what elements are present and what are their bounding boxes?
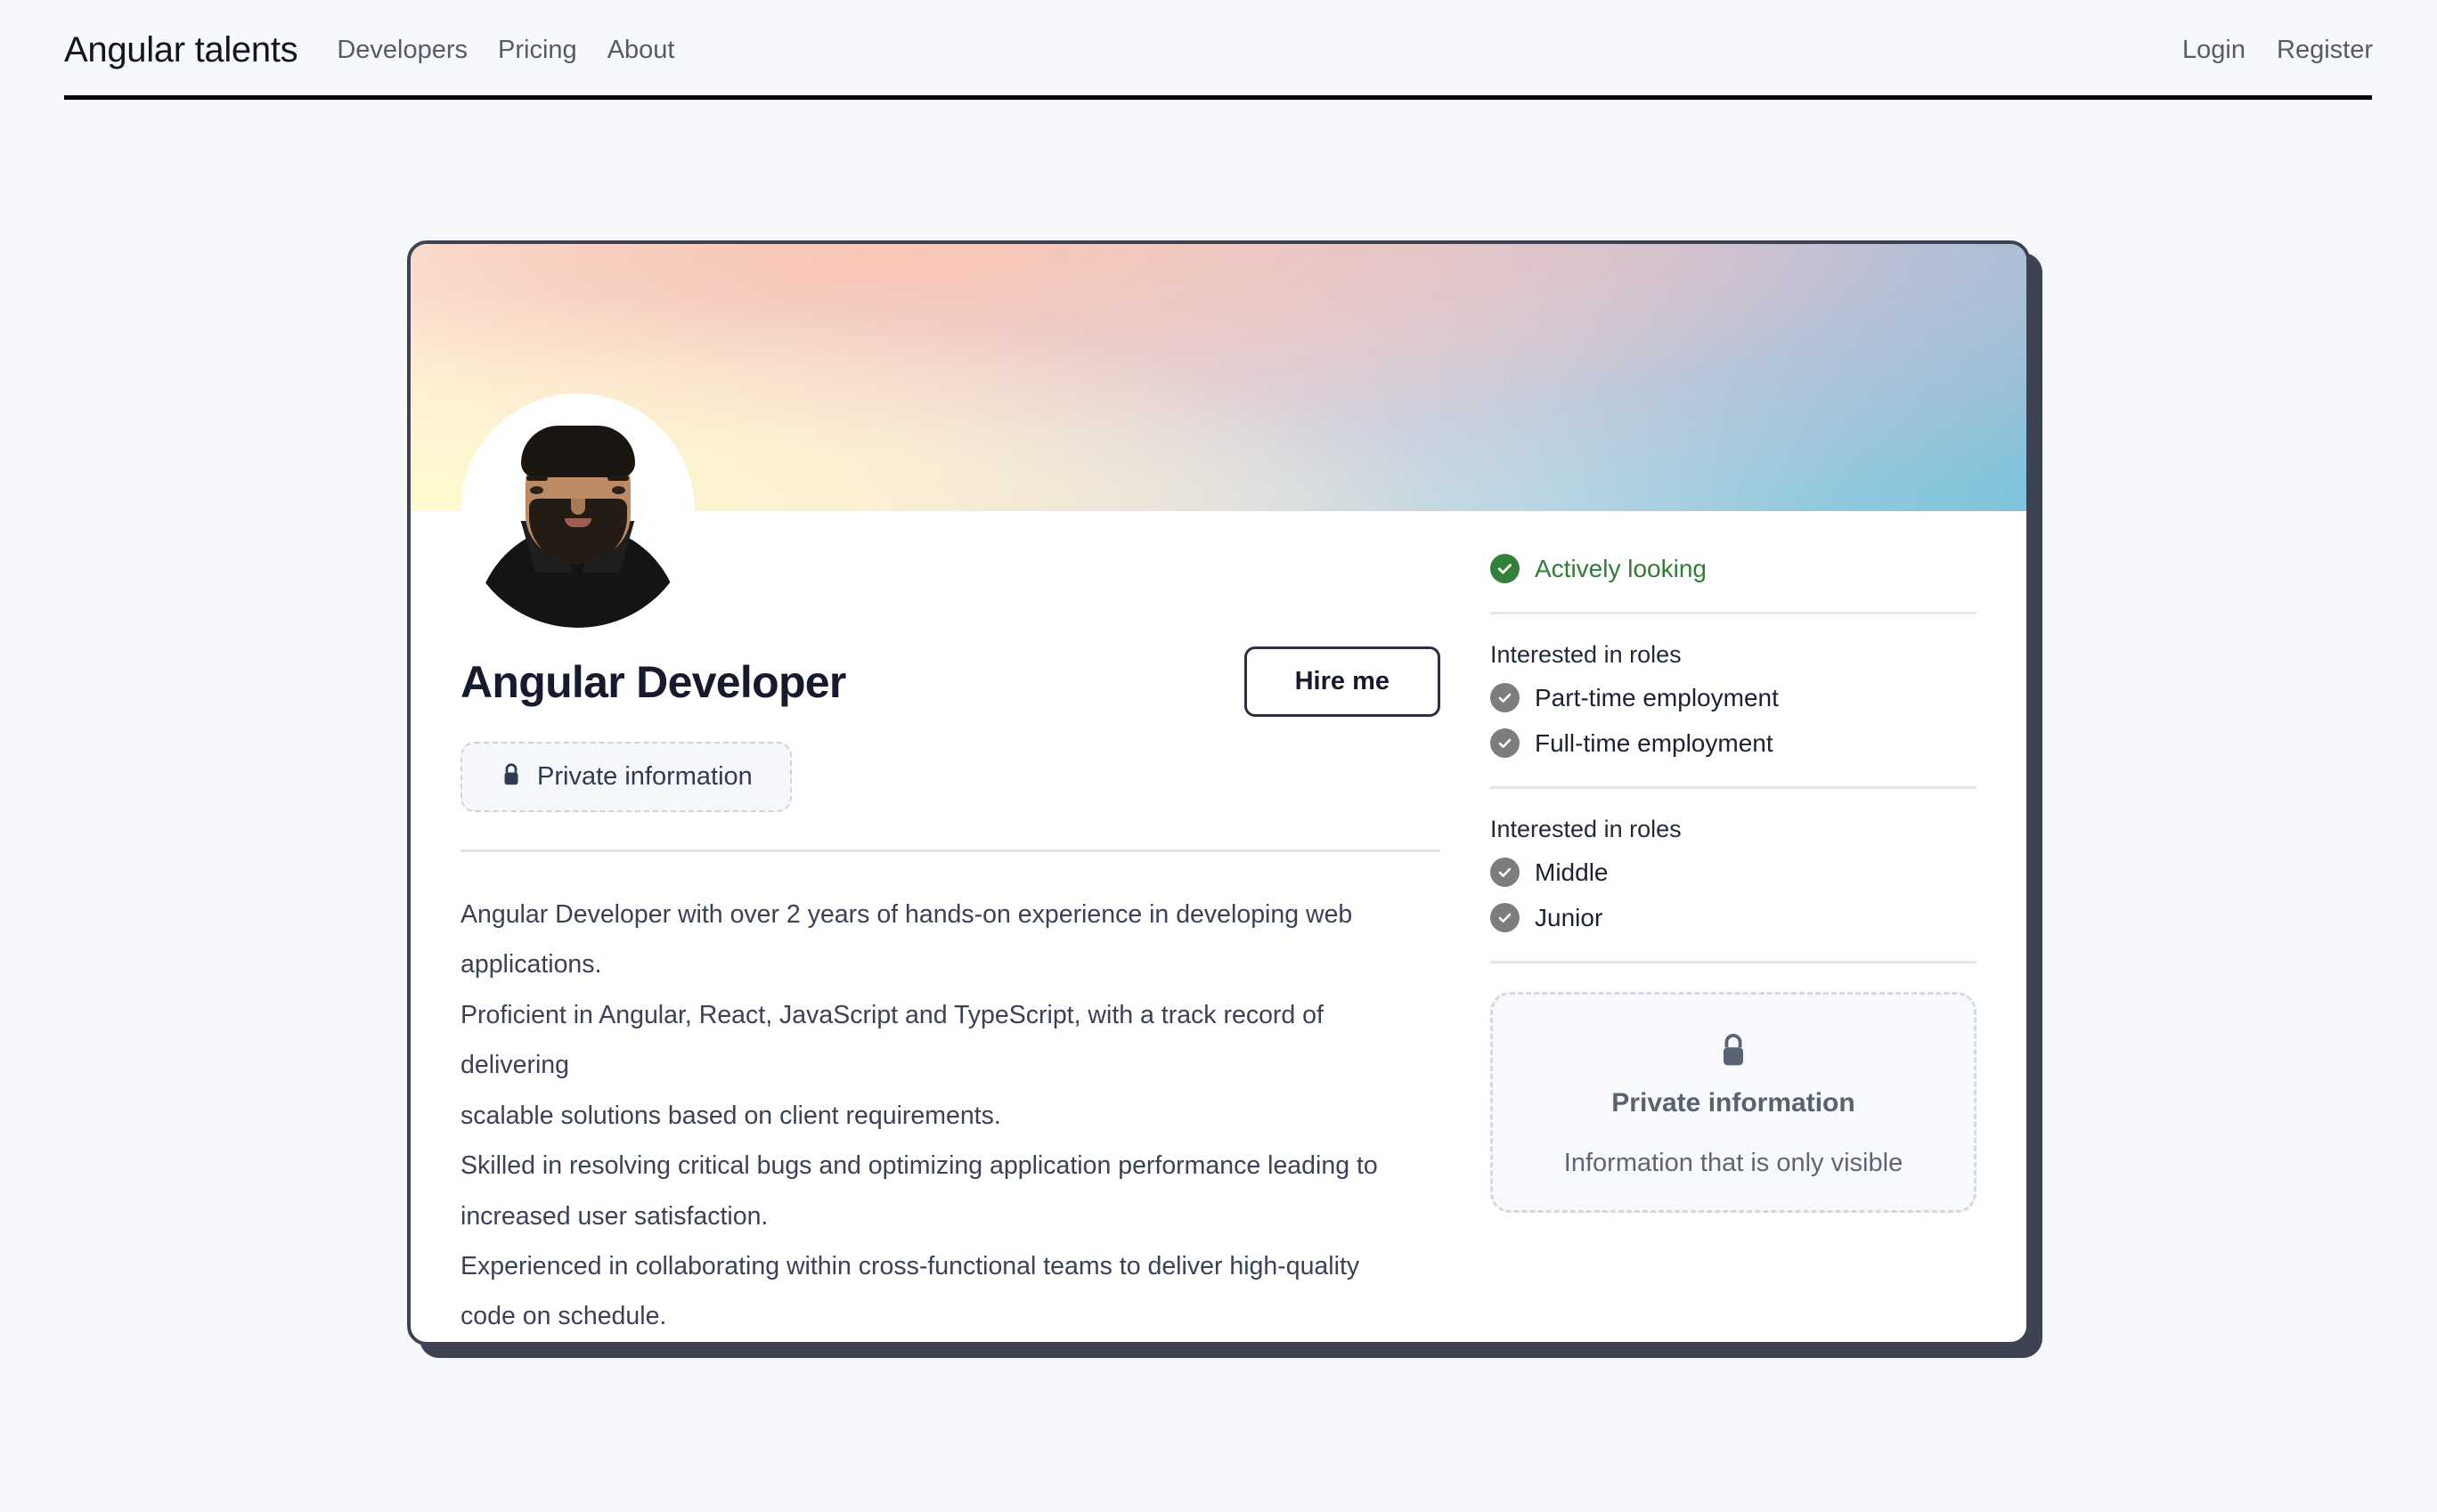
lock-icon xyxy=(500,761,523,793)
header-divider xyxy=(64,95,2372,100)
nav-item-about[interactable]: About xyxy=(607,36,675,65)
list-item: Part-time employment xyxy=(1490,683,1976,712)
private-information-badge-label: Private information xyxy=(537,762,753,791)
profile-sidebar: Actively looking Interested in roles Par… xyxy=(1490,511,2026,1342)
sidebar-divider-3 xyxy=(1490,961,1976,963)
seniority-role-list: Middle Junior xyxy=(1490,858,1976,932)
list-item-label: Part-time employment xyxy=(1535,683,1779,711)
page-content: Angular Developer Hire me Private inform… xyxy=(0,100,2437,1345)
main-navigation: Developers Pricing About xyxy=(337,36,674,65)
private-information-card-title: Private information xyxy=(1611,1088,1855,1118)
login-link[interactable]: Login xyxy=(2182,36,2245,65)
check-circle-icon xyxy=(1490,903,1520,932)
sidebar-divider-2 xyxy=(1490,786,1976,789)
list-item: Middle xyxy=(1490,858,1976,887)
private-information-badge[interactable]: Private information xyxy=(461,742,792,812)
list-item: Junior xyxy=(1490,903,1976,932)
site-header: Angular talents Developers Pricing About… xyxy=(0,0,2437,100)
status-badge: Actively looking xyxy=(1490,554,1976,583)
nav-item-developers[interactable]: Developers xyxy=(337,36,468,65)
brand-logo[interactable]: Angular talents xyxy=(64,30,298,70)
seniority-section-heading: Interested in roles xyxy=(1490,816,1682,842)
nav-item-pricing[interactable]: Pricing xyxy=(498,36,577,65)
employment-role-list: Part-time employment Full-time employmen… xyxy=(1490,683,1976,758)
hire-me-button[interactable]: Hire me xyxy=(1243,646,1440,717)
check-circle-icon xyxy=(1490,858,1520,887)
list-item-label: Junior xyxy=(1535,903,1603,931)
avatar[interactable] xyxy=(461,394,695,628)
avatar-photo xyxy=(461,394,695,628)
check-circle-icon xyxy=(1490,683,1520,712)
lock-icon xyxy=(1518,1030,1949,1076)
register-link[interactable]: Register xyxy=(2277,36,2373,65)
list-item-label: Full-time employment xyxy=(1535,728,1773,757)
check-circle-icon xyxy=(1490,728,1520,758)
developer-profile-card: Angular Developer Hire me Private inform… xyxy=(407,240,2030,1345)
employment-section-heading: Interested in roles xyxy=(1490,641,1682,668)
check-circle-icon xyxy=(1490,554,1520,583)
list-item: Full-time employment xyxy=(1490,728,1976,758)
profile-bio: Angular Developer with over 2 years of h… xyxy=(461,900,1378,1331)
list-item-label: Middle xyxy=(1535,858,1609,886)
profile-card-body: Angular Developer Hire me Private inform… xyxy=(411,394,2026,1342)
private-information-card: Private information Information that is … xyxy=(1490,992,1976,1213)
private-information-card-description: Information that is only visible xyxy=(1563,1149,1903,1177)
bio-divider xyxy=(461,849,1440,852)
profile-main-column: Angular Developer Hire me Private inform… xyxy=(411,394,1490,1342)
status-badge-label: Actively looking xyxy=(1535,554,1707,582)
auth-navigation: Login Register xyxy=(2182,36,2373,65)
page-title: Angular Developer xyxy=(461,656,846,707)
sidebar-divider-1 xyxy=(1490,612,1976,614)
